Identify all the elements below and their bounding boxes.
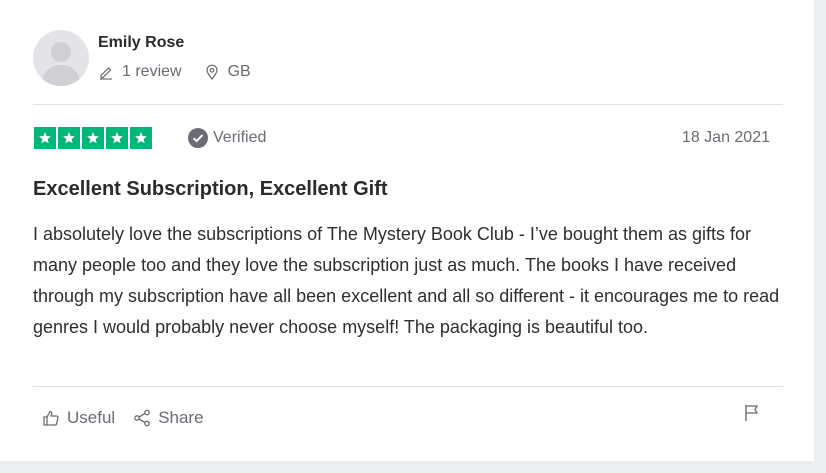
- avatar[interactable]: [33, 30, 89, 86]
- review-count-label: 1 review: [122, 63, 182, 80]
- country-label: GB: [227, 63, 251, 80]
- review-actions: Useful Share: [42, 408, 204, 428]
- reviewer-location: GB: [204, 63, 251, 81]
- report-button[interactable]: [744, 404, 760, 427]
- pencil-icon: [100, 67, 112, 80]
- star-icon: [130, 127, 152, 149]
- reviewer-name[interactable]: Emily Rose: [98, 34, 184, 52]
- header-divider: [33, 104, 783, 105]
- share-button[interactable]: Share: [133, 408, 204, 428]
- review-count: 1 review: [98, 63, 182, 81]
- reviewer-meta: 1 review GB: [98, 63, 251, 81]
- useful-label: Useful: [67, 408, 116, 427]
- check-badge-icon: [188, 128, 208, 148]
- flag-icon: [745, 405, 759, 421]
- thumbs-up-icon: [43, 410, 59, 426]
- star-icon: [82, 127, 104, 149]
- star-rating: [34, 127, 154, 149]
- review-card: Emily Rose 1 review GB Verified 18 Jan 2…: [0, 0, 814, 461]
- useful-button[interactable]: Useful: [42, 408, 115, 428]
- star-icon: [58, 127, 80, 149]
- star-icon: [106, 127, 128, 149]
- share-icon: [134, 409, 151, 427]
- review-title[interactable]: Excellent Subscription, Excellent Gift: [33, 178, 388, 201]
- location-pin-icon: [205, 64, 218, 80]
- verified-label: Verified: [213, 129, 267, 146]
- footer-divider: [33, 386, 783, 387]
- user-silhouette-icon: [41, 42, 81, 86]
- verified-badge[interactable]: Verified: [188, 128, 266, 148]
- star-icon: [34, 127, 56, 149]
- review-body: I absolutely love the subscriptions of T…: [33, 224, 780, 337]
- share-label: Share: [158, 408, 204, 427]
- review-date: 18 Jan 2021: [681, 129, 770, 146]
